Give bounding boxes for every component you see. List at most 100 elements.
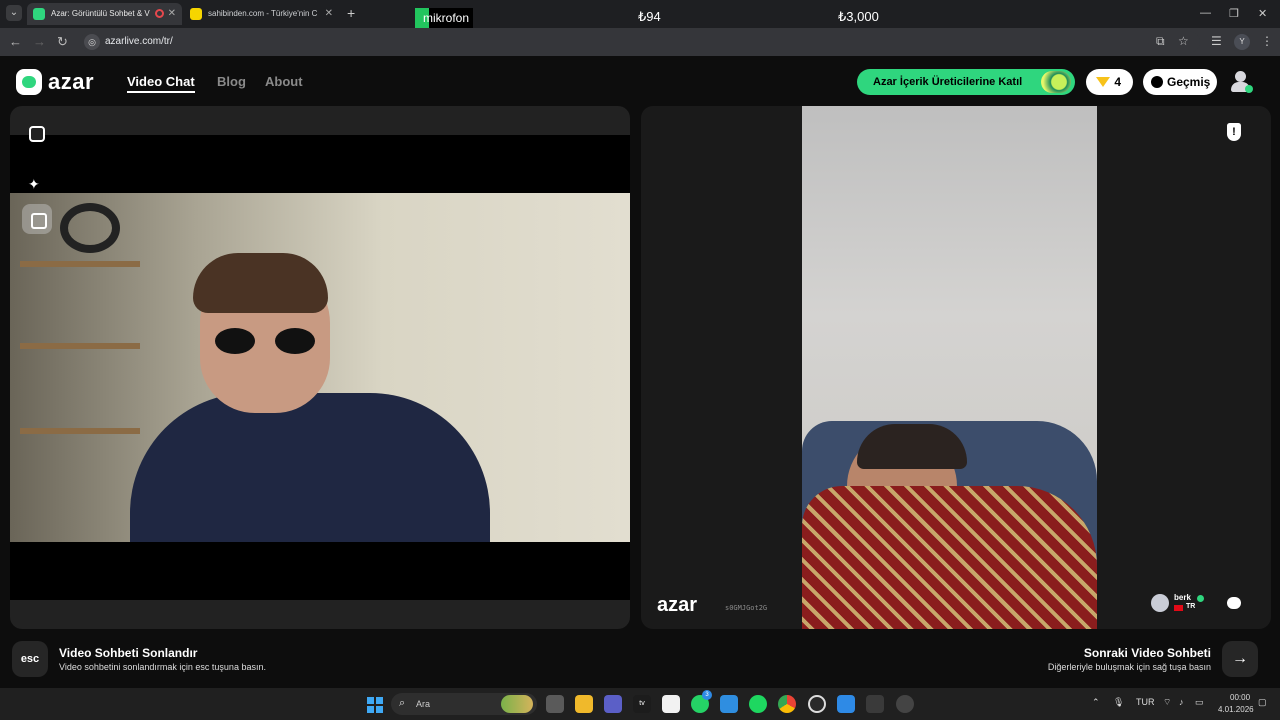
taskbar-search[interactable]: ⌕ Ara bbox=[391, 693, 537, 715]
address-bar[interactable]: ◎ azarlive.com/tr/ bbox=[80, 31, 1200, 53]
nav-video-chat[interactable]: Video Chat bbox=[127, 74, 195, 93]
watermark-id: s0GMJGot2G bbox=[725, 604, 768, 612]
clock-date[interactable]: 4.01.2026 bbox=[1218, 705, 1254, 714]
clock-time[interactable]: 00:00 bbox=[1230, 693, 1250, 702]
azar-watermark: azar bbox=[657, 594, 698, 616]
forward-icon[interactable]: → bbox=[33, 34, 46, 49]
windows-taskbar: ⌕ Ara tv 3 ⌃ 🎙 TUR ⌔ ♪ ▭ 00:00 4.01.2026… bbox=[0, 688, 1280, 720]
url-text: azarlive.com/tr/ bbox=[105, 36, 173, 47]
gem-count: 4 bbox=[1114, 75, 1121, 89]
sparkle-effects-icon[interactable]: ✦ bbox=[28, 176, 58, 206]
browser-tab-strip: ⌄ Azar: Görüntülü Sohbet & V ✕ sahibinde… bbox=[0, 0, 1280, 28]
tab-search-button[interactable]: ⌄ bbox=[6, 5, 22, 21]
self-person-hair bbox=[193, 253, 328, 313]
history-button[interactable]: Geçmiş bbox=[1143, 69, 1217, 95]
partner-avatar[interactable] bbox=[1151, 594, 1169, 612]
bookmark-star-icon[interactable]: ☆ bbox=[1178, 34, 1189, 48]
volume-icon[interactable]: ♪ bbox=[1179, 697, 1184, 707]
minimize-button[interactable]: — bbox=[1200, 7, 1211, 19]
report-shield-icon[interactable]: ! bbox=[1227, 123, 1241, 141]
windows-start-icon[interactable] bbox=[367, 697, 383, 713]
site-header: azar Video Chat Blog About Azar İçerik Ü… bbox=[0, 56, 1280, 106]
language-indicator[interactable]: TUR bbox=[1136, 697, 1155, 707]
site-info-icon[interactable]: ◎ bbox=[84, 34, 100, 50]
stream-amount-2: ₺3,000 bbox=[838, 9, 879, 24]
gems-button[interactable]: 4 bbox=[1086, 69, 1133, 95]
new-tab-button[interactable]: + bbox=[347, 5, 355, 21]
stream-mic-label: mikrofon bbox=[415, 8, 474, 28]
partner-sweater-shape bbox=[802, 486, 1097, 629]
face-filter-icon[interactable] bbox=[22, 204, 52, 234]
reading-list-icon[interactable]: ☰ bbox=[1211, 34, 1222, 48]
reload-icon[interactable]: ↻ bbox=[57, 34, 68, 50]
todo-icon[interactable] bbox=[837, 695, 855, 713]
chevron-up-icon[interactable]: ⌃ bbox=[1092, 697, 1100, 708]
wifi-icon[interactable]: ⌔ bbox=[1163, 697, 1171, 708]
partner-name: berk bbox=[1174, 593, 1191, 602]
teams-icon[interactable] bbox=[604, 695, 622, 713]
partner-video-panel: ! azar s0GMJGot2G berk TR bbox=[641, 106, 1271, 629]
browser-toolbar: ← → ↻ ◎ azarlive.com/tr/ ⧉ ☆ ☰ Y ⋮ bbox=[0, 28, 1280, 56]
start-tile bbox=[376, 697, 383, 704]
azar-wordmark: azar bbox=[48, 69, 95, 94]
mic-label-text: mikrofon bbox=[423, 11, 470, 25]
screen: ⌄ Azar: Görüntülü Sohbet & V ✕ sahibinde… bbox=[0, 0, 1280, 720]
azar-favicon-icon bbox=[33, 8, 45, 20]
apple-tv-icon[interactable]: tv bbox=[633, 695, 651, 713]
spotify-icon[interactable] bbox=[749, 695, 767, 713]
vscode-icon[interactable] bbox=[720, 695, 738, 713]
glasses-lens-right bbox=[275, 328, 315, 354]
join-creators-button[interactable]: Azar İçerik Üreticilerine Katıl bbox=[857, 69, 1075, 95]
notion-icon[interactable] bbox=[662, 695, 680, 713]
menu-icon[interactable]: ⋮ bbox=[1261, 34, 1273, 48]
maximize-button[interactable]: ❐ bbox=[1229, 7, 1239, 20]
creator-badge-icon bbox=[1041, 71, 1071, 93]
start-tile bbox=[376, 706, 383, 713]
microphone-icon[interactable]: 🎙 bbox=[1113, 697, 1124, 708]
back-icon[interactable]: ← bbox=[9, 34, 22, 49]
self-person-body bbox=[130, 393, 490, 542]
recording-icon bbox=[155, 9, 164, 18]
online-dot bbox=[1245, 85, 1253, 93]
next-chat-title: Sonraki Video Sohbeti bbox=[1083, 646, 1211, 660]
task-view-icon[interactable] bbox=[546, 695, 564, 713]
partner-video-feed bbox=[802, 106, 1097, 629]
end-chat-title: Video Sohbeti Sonlandır bbox=[59, 646, 198, 660]
history-label: Geçmiş bbox=[1167, 75, 1211, 89]
profile-avatar[interactable]: Y bbox=[1234, 34, 1250, 50]
close-icon[interactable]: ✕ bbox=[325, 3, 333, 25]
azar-logo-icon bbox=[16, 69, 42, 95]
nav-blog[interactable]: Blog bbox=[217, 74, 246, 89]
clock-icon bbox=[1151, 76, 1163, 88]
chat-bubble-icon[interactable] bbox=[1227, 597, 1241, 609]
whatsapp-badge: 3 bbox=[702, 690, 712, 700]
close-window-button[interactable]: ✕ bbox=[1258, 7, 1267, 20]
app-box-icon[interactable] bbox=[866, 695, 884, 713]
end-chat-description: Video sohbetini sonlandırmak için esc tu… bbox=[59, 662, 266, 672]
user-avatar-button[interactable] bbox=[1229, 69, 1253, 95]
chrome-icon[interactable] bbox=[778, 695, 796, 713]
start-tile bbox=[367, 706, 374, 713]
sunglasses-shape bbox=[215, 328, 315, 354]
next-chat-button[interactable]: → bbox=[1222, 641, 1258, 677]
tab-azar[interactable]: Azar: Görüntülü Sohbet & V ✕ bbox=[27, 3, 182, 25]
nav-about[interactable]: About bbox=[265, 74, 303, 89]
battery-icon[interactable]: ▭ bbox=[1195, 697, 1204, 708]
expand-icon[interactable] bbox=[29, 126, 45, 142]
sahibinden-favicon-icon bbox=[190, 8, 202, 20]
shelf-shape bbox=[20, 428, 140, 434]
file-explorer-icon[interactable] bbox=[575, 695, 593, 713]
search-highlight-image bbox=[501, 695, 533, 713]
shelf-shape bbox=[20, 261, 140, 267]
steering-wheel-shape bbox=[60, 203, 120, 253]
obs-icon[interactable] bbox=[896, 695, 914, 713]
install-app-icon[interactable]: ⧉ bbox=[1156, 34, 1165, 49]
azar-page: azar Video Chat Blog About Azar İçerik Ü… bbox=[0, 56, 1280, 688]
end-chat-button[interactable]: esc bbox=[12, 641, 48, 677]
notification-icon[interactable]: ▢ bbox=[1258, 697, 1267, 708]
partner-person-hair bbox=[857, 424, 967, 469]
close-icon[interactable]: ✕ bbox=[168, 3, 176, 25]
chatgpt-icon[interactable] bbox=[808, 695, 826, 713]
tab-sahibinden[interactable]: sahibinden.com - Türkiye'nin C ✕ bbox=[184, 3, 339, 25]
start-tile bbox=[367, 697, 374, 704]
